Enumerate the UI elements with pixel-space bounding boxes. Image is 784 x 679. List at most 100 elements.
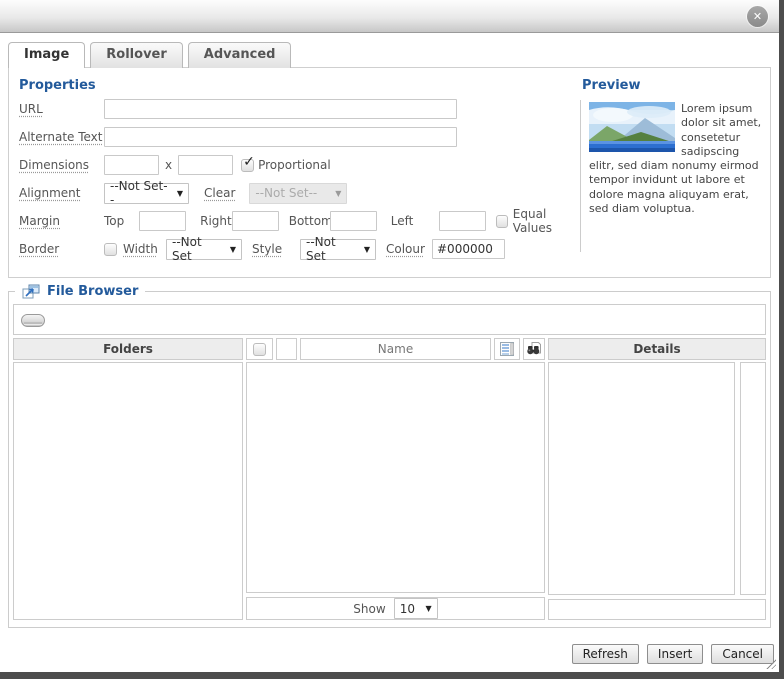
border-width-select[interactable]: --Not Set ▼ <box>166 235 242 263</box>
insert-button[interactable]: Insert <box>646 644 704 664</box>
properties-heading: Properties <box>19 78 96 93</box>
file-type-header-cell <box>276 338 297 360</box>
equal-values-label: Equal Values <box>512 207 552 235</box>
tab-image-label: Image <box>24 47 70 62</box>
files-footer: Show 10 ▼ <box>246 597 545 620</box>
url-row: URL <box>19 95 580 123</box>
alignment-select-value: --Not Set-- <box>110 179 168 207</box>
name-header[interactable]: Name <box>300 338 491 360</box>
details-scroll-track[interactable] <box>740 362 766 595</box>
binoculars-icon <box>527 342 541 355</box>
border-colour-input[interactable] <box>432 239 505 259</box>
select-all-checkbox[interactable] <box>253 342 266 356</box>
close-icon: ✕ <box>752 10 763 23</box>
alignment-row: Alignment --Not Set-- ▼ Clear --Not Set-… <box>19 179 580 207</box>
border-width-checkbox[interactable] <box>104 242 117 256</box>
file-browser-section: File Browser Folders Name Show 10 ▼ Deta… <box>8 284 771 628</box>
file-browser-icon <box>22 284 40 299</box>
border-row: Border Width --Not Set ▼ Style --Not Set… <box>19 235 580 263</box>
select-all-cell <box>246 338 273 360</box>
margin-bottom-label: Bottom <box>288 214 333 228</box>
proportional-label: Proportional <box>258 158 331 172</box>
name-header-label: Name <box>377 342 414 356</box>
dropdown-arrow-icon: ▼ <box>229 244 236 254</box>
show-select-value: 10 <box>399 601 415 616</box>
margin-label: Margin <box>19 214 60 228</box>
dimensions-row: Dimensions x ✓ Proportional <box>19 151 580 179</box>
folders-panel[interactable] <box>13 362 243 620</box>
tab-advanced[interactable]: Advanced <box>187 42 292 68</box>
folders-column: Folders <box>13 338 243 620</box>
details-body <box>548 362 766 595</box>
tab-rollover[interactable]: Rollover <box>90 42 183 68</box>
dropdown-arrow-icon: ▼ <box>335 188 342 198</box>
margin-top-label: Top <box>104 214 125 228</box>
margin-left-input[interactable] <box>439 211 487 231</box>
margin-bottom-input[interactable] <box>329 211 377 231</box>
margin-row: Margin Top Right Bottom Left Equal Value… <box>19 207 580 235</box>
alternate-text-label: Alternate Text <box>19 130 103 144</box>
name-header-row: Name <box>246 338 545 360</box>
alignment-label: Alignment <box>19 186 81 200</box>
clear-select[interactable]: --Not Set-- ▼ <box>249 182 348 204</box>
alignment-select[interactable]: --Not Set-- ▼ <box>104 179 189 207</box>
folders-header[interactable]: Folders <box>13 338 243 360</box>
margin-top-input[interactable] <box>139 211 187 231</box>
dropdown-arrow-icon: ▼ <box>176 188 183 198</box>
width-input[interactable] <box>104 155 159 175</box>
details-header[interactable]: Details <box>548 338 766 360</box>
drive-button[interactable] <box>18 308 48 332</box>
details-footer <box>548 599 766 620</box>
border-width-label: Width <box>123 242 158 256</box>
file-browser-grid: Folders Name Show 10 ▼ Details <box>13 338 766 620</box>
url-input[interactable] <box>104 99 457 119</box>
search-button[interactable] <box>523 338 545 360</box>
tab-rollover-label: Rollover <box>106 47 167 62</box>
equal-values-checkbox[interactable] <box>496 214 508 228</box>
cancel-button[interactable]: Cancel <box>711 644 774 664</box>
preview-body: Lorem ipsum dolor sit amet, consetetur s… <box>580 100 764 252</box>
dialog-titlebar[interactable]: ✕ <box>0 0 779 33</box>
preview-image <box>589 102 675 152</box>
tab-image[interactable]: Image <box>8 42 86 68</box>
image-dialog: ✕ Image Rollover Advanced Properties URL… <box>0 0 779 672</box>
border-style-label: Style <box>252 242 283 256</box>
name-column: Name Show 10 ▼ <box>246 338 545 620</box>
clear-label: Clear <box>204 186 236 200</box>
proportional-checkbox[interactable]: ✓ <box>241 154 255 172</box>
border-label: Border <box>19 242 60 256</box>
files-panel[interactable] <box>246 362 545 593</box>
preview-heading: Preview <box>582 78 641 93</box>
refresh-button[interactable]: Refresh <box>571 644 639 664</box>
show-select[interactable]: 10 ▼ <box>393 598 438 619</box>
height-input[interactable] <box>178 155 234 175</box>
tab-advanced-label: Advanced <box>203 47 276 62</box>
border-style-select[interactable]: --Not Set ▼ <box>300 235 376 263</box>
border-width-select-value: --Not Set <box>172 235 202 263</box>
properties-section: Properties URL Alternate Text Dimensions… <box>19 74 580 277</box>
close-button[interactable]: ✕ <box>747 6 768 27</box>
clear-select-value: --Not Set-- <box>255 186 318 200</box>
margin-right-input[interactable] <box>231 211 279 231</box>
details-panel[interactable] <box>548 362 735 595</box>
dialog-footer: Refresh Insert Cancel <box>0 644 774 664</box>
list-view-button[interactable] <box>494 338 520 360</box>
preview-section: Preview Lorem ipsum dolor sit amet, cons… <box>580 74 770 277</box>
dropdown-arrow-icon: ▼ <box>425 604 432 613</box>
drive-icon <box>21 313 45 327</box>
dimensions-label: Dimensions <box>19 158 90 172</box>
dimensions-separator: x <box>165 158 173 172</box>
file-browser-legend: File Browser <box>15 284 145 299</box>
tab-bar: Image Rollover Advanced <box>8 42 771 68</box>
alternate-text-row: Alternate Text <box>19 123 580 151</box>
url-label: URL <box>19 102 43 116</box>
alternate-text-input[interactable] <box>104 127 457 147</box>
border-colour-label: Colour <box>386 242 425 256</box>
margin-right-label: Right <box>200 214 232 228</box>
dropdown-arrow-icon: ▼ <box>363 244 370 254</box>
margin-left-label: Left <box>390 214 414 228</box>
checkmark-icon: ✓ <box>243 153 255 170</box>
file-browser-legend-label: File Browser <box>47 284 139 299</box>
details-column: Details <box>548 338 766 620</box>
file-browser-toolbar <box>13 304 766 335</box>
